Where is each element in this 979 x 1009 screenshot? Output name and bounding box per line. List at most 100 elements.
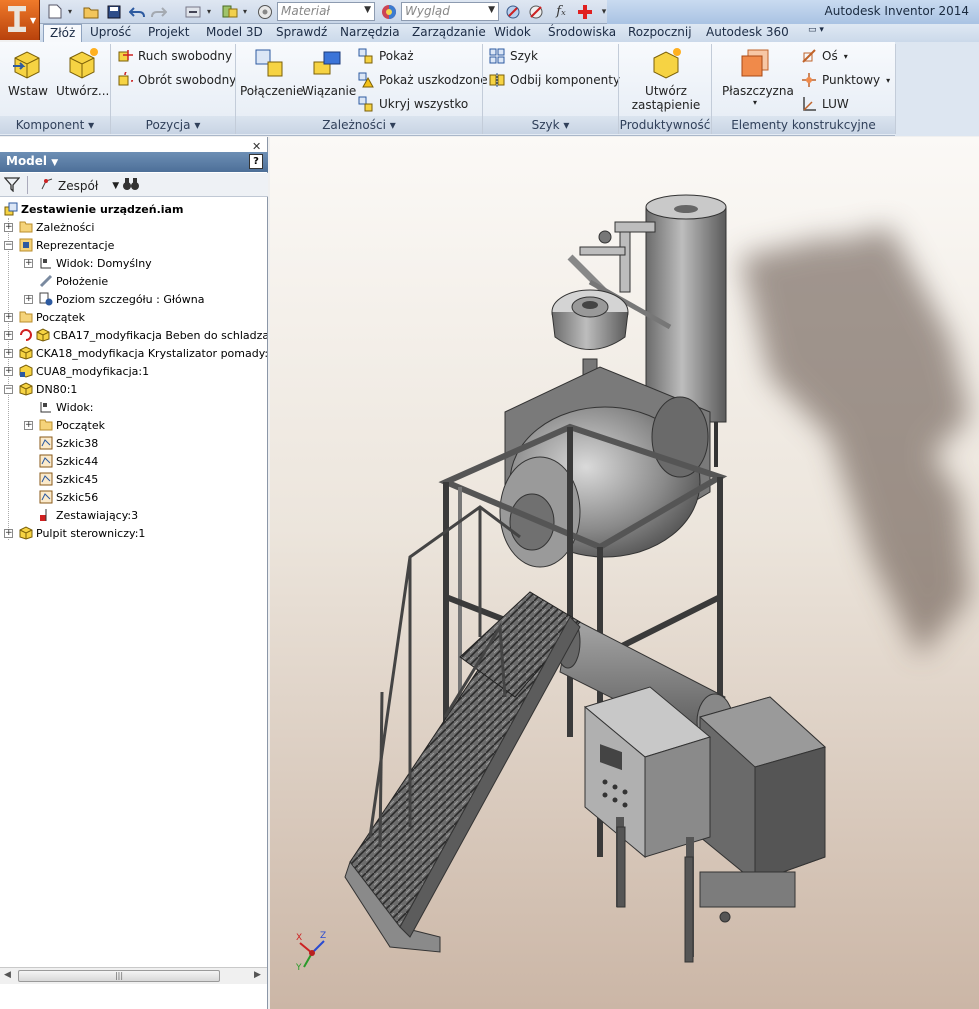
save-icon[interactable] bbox=[105, 3, 123, 20]
work-axis-button[interactable]: Oś ▾ bbox=[801, 46, 848, 66]
undo-icon[interactable] bbox=[128, 3, 146, 20]
tab-srodowiska[interactable]: Środowiska bbox=[542, 24, 622, 42]
panel-title-zaleznosci[interactable]: Zależności ▾ bbox=[236, 116, 482, 134]
tree-node[interactable]: + Widok: Domyślny bbox=[24, 254, 152, 272]
ucs-button[interactable]: LUW bbox=[801, 94, 849, 114]
expand-icon[interactable]: + bbox=[24, 258, 33, 268]
tab-zarzadzanie[interactable]: Zarządzanie bbox=[406, 24, 492, 42]
scroll-left-icon[interactable]: ◀ bbox=[4, 970, 11, 980]
tab-uprosc[interactable]: Uprość bbox=[84, 24, 137, 42]
graphics-viewport[interactable]: X Y Z bbox=[270, 137, 979, 1009]
tree-node[interactable]: + CKA18_modyfikacja Krystalizator pomady:… bbox=[4, 344, 267, 362]
tree-node[interactable]: Położenie bbox=[24, 272, 108, 290]
tree-node[interactable]: + CBA17_modyfikacja Beben do schladzania bbox=[4, 326, 267, 344]
tree-node[interactable]: − DN80:1 bbox=[4, 380, 77, 398]
panel-title-pozycja-label: Pozycja bbox=[145, 118, 191, 132]
show-button[interactable]: Pokaż bbox=[358, 46, 414, 66]
panel-title-komponent[interactable]: Komponent ▾ bbox=[0, 116, 110, 134]
tab-sprawdz[interactable]: Sprawdź bbox=[270, 24, 333, 42]
panel-title-szyk[interactable]: Szyk ▾ bbox=[483, 116, 618, 134]
project-icon[interactable] bbox=[220, 3, 240, 20]
find-binoculars-icon[interactable] bbox=[122, 176, 140, 195]
help-icon[interactable]: ? bbox=[249, 154, 263, 169]
chevron-down-icon: ▼ bbox=[51, 158, 59, 168]
expand-icon[interactable]: + bbox=[4, 312, 13, 322]
tree-node[interactable]: Szkic45 bbox=[24, 470, 98, 488]
tree-node[interactable]: Zestawienie urządzeń.iam bbox=[4, 200, 183, 218]
tab-rozpocznij[interactable]: Rozpocznij bbox=[622, 24, 698, 42]
tree-node[interactable]: + Zależności bbox=[4, 218, 94, 236]
pattern-button[interactable]: Szyk bbox=[489, 46, 538, 66]
panel-title-produktywnosc[interactable]: Produktywność bbox=[619, 116, 711, 134]
tree-node[interactable]: Zestawiający:3 bbox=[24, 506, 138, 524]
create-substitute-button[interactable]: Utwórz zastąpienie ▾ bbox=[630, 46, 702, 126]
expand-icon[interactable]: + bbox=[4, 366, 13, 376]
chevron-down-icon: ▼ bbox=[112, 180, 120, 191]
assembly-3d-model[interactable] bbox=[270, 137, 979, 1009]
tree-node[interactable]: Szkic56 bbox=[24, 488, 98, 506]
tree-node[interactable]: + Początek bbox=[4, 308, 85, 326]
constrain-button[interactable]: Wiązanie bbox=[302, 46, 356, 98]
tree-node[interactable]: + Poziom szczegółu : Główna bbox=[24, 290, 204, 308]
tree-node[interactable]: + Pulpit sterowniczy:1 bbox=[4, 524, 145, 542]
tree-node[interactable]: Widok: bbox=[24, 398, 93, 416]
expand-icon[interactable]: + bbox=[4, 528, 13, 538]
joint-button[interactable]: Połączenie bbox=[240, 46, 304, 98]
tab-widok[interactable]: Widok bbox=[488, 24, 537, 42]
redo-icon[interactable] bbox=[150, 3, 168, 20]
scrollbar-thumb[interactable]: ||| bbox=[18, 970, 220, 982]
browser-header[interactable]: Model ▼ bbox=[0, 152, 268, 172]
insert-component-button[interactable]: Wstaw bbox=[6, 46, 50, 98]
show-sick-button[interactable]: Pokaż uszkodzone bbox=[358, 70, 488, 90]
new-dropdown-icon[interactable]: ▾ bbox=[66, 3, 74, 20]
expand-icon[interactable]: + bbox=[4, 330, 13, 340]
tab-narzedzia[interactable]: Narzędzia bbox=[334, 24, 406, 42]
adjust-icon[interactable] bbox=[503, 3, 523, 20]
tree-node[interactable]: − Reprezentacje bbox=[4, 236, 114, 254]
ribbon-options-icon[interactable]: ▭ ▾ bbox=[802, 24, 830, 42]
selection-icon[interactable] bbox=[256, 3, 274, 20]
project-dropdown-icon[interactable]: ▾ bbox=[241, 3, 249, 20]
tree-node-label: Początek bbox=[36, 310, 85, 324]
free-rotate-button[interactable]: Obrót swobodny bbox=[117, 68, 236, 90]
expand-icon[interactable]: + bbox=[4, 222, 13, 232]
hide-all-button[interactable]: Ukryj wszystko bbox=[358, 94, 468, 114]
application-menu-button[interactable]: ▼ bbox=[0, 0, 40, 40]
plus-icon[interactable] bbox=[575, 3, 595, 20]
tab-model-3d[interactable]: Model 3D bbox=[200, 24, 269, 42]
mirror-components-button[interactable]: Odbij komponenty bbox=[489, 70, 620, 90]
filter-icon[interactable] bbox=[3, 176, 21, 195]
assembly-view-dropdown[interactable]: Zespół ▼ bbox=[40, 177, 119, 194]
collapse-icon[interactable]: − bbox=[4, 384, 13, 394]
expand-icon[interactable]: + bbox=[4, 348, 13, 358]
tree-node[interactable]: Szkic44 bbox=[24, 452, 98, 470]
work-point-button[interactable]: Punktowy ▾ bbox=[801, 70, 890, 90]
tab-zloz[interactable]: Złóż bbox=[43, 24, 83, 43]
create-component-icon bbox=[65, 46, 99, 80]
material-combo[interactable]: Materiał ▼ bbox=[277, 2, 375, 21]
open-folder-icon[interactable] bbox=[82, 3, 100, 20]
clear-appearance-icon[interactable] bbox=[526, 3, 546, 20]
scroll-right-icon[interactable]: ▶ bbox=[254, 970, 261, 980]
collapse-icon[interactable]: − bbox=[4, 240, 13, 250]
tree-node[interactable]: + CUA8_modyfikacja:1 bbox=[4, 362, 149, 380]
expand-icon[interactable]: + bbox=[24, 294, 33, 304]
tree-node[interactable]: Szkic38 bbox=[24, 434, 98, 452]
return-dropdown-icon[interactable]: ▾ bbox=[205, 3, 213, 20]
expand-icon[interactable]: + bbox=[24, 420, 33, 430]
panel-title-elementy[interactable]: Elementy konstrukcyjne bbox=[712, 116, 895, 134]
tab-projekt[interactable]: Projekt bbox=[142, 24, 195, 42]
panel-title-pozycja[interactable]: Pozycja ▾ bbox=[111, 116, 235, 134]
free-move-button[interactable]: Ruch swobodny bbox=[117, 46, 232, 66]
appearance-combo[interactable]: Wygląd ▼ bbox=[401, 2, 499, 21]
tree-node[interactable]: + Początek bbox=[24, 416, 105, 434]
return-icon[interactable] bbox=[184, 3, 204, 20]
fx-icon[interactable]: 𝑓ₓ bbox=[551, 3, 571, 20]
create-component-button[interactable]: Utwórz... bbox=[56, 46, 109, 98]
ucs-label: LUW bbox=[822, 97, 849, 111]
new-file-icon[interactable] bbox=[46, 3, 64, 20]
view-triad[interactable]: X Y Z bbox=[294, 929, 334, 979]
tab-autodesk-360[interactable]: Autodesk 360 bbox=[700, 24, 795, 42]
work-plane-button[interactable]: Płaszczyzna ▾ bbox=[722, 46, 794, 107]
